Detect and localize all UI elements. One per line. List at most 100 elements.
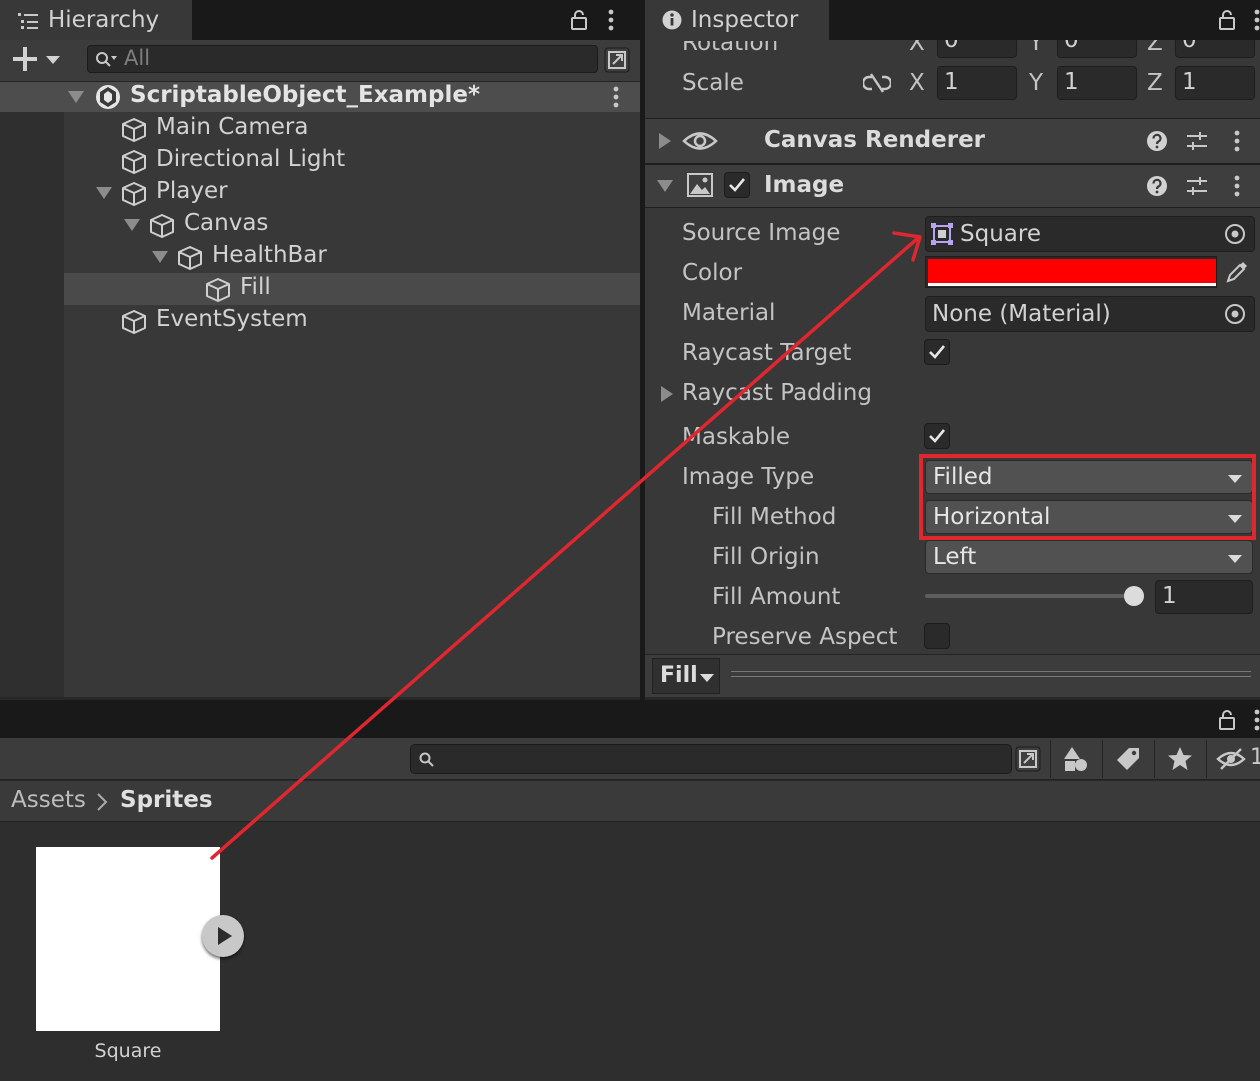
filter-by-label-icon[interactable] — [1115, 746, 1141, 772]
fill-origin-label: Fill Origin — [712, 544, 820, 570]
healthbar-expand-arrow[interactable] — [152, 251, 168, 263]
inspector-tab-title: Inspector — [691, 7, 799, 33]
checkmark-icon — [728, 177, 746, 193]
search-popout-icon[interactable] — [603, 46, 631, 74]
source-image-field[interactable]: Square — [925, 216, 1255, 252]
object-picker-icon[interactable] — [1223, 302, 1247, 326]
filter-by-type-icon[interactable] — [1062, 745, 1090, 773]
link-broken-icon[interactable] — [863, 72, 891, 94]
component-more-icon[interactable] — [1234, 174, 1240, 198]
fill-amount-slider-thumb[interactable] — [1124, 586, 1144, 606]
divider — [731, 671, 1251, 672]
list-item[interactable]: Canvas — [148, 210, 640, 240]
sprite-icon — [931, 223, 953, 245]
canvas-renderer-expand-arrow[interactable] — [659, 133, 671, 149]
scale-z-field[interactable]: 1 — [1175, 66, 1255, 100]
raycast-padding-label: Raycast Padding — [682, 380, 872, 406]
project-more-icon[interactable] — [1254, 708, 1260, 732]
annotation-highlight-box — [919, 454, 1256, 540]
maskable-checkbox[interactable] — [924, 423, 950, 449]
fill-method-label: Fill Method — [712, 504, 837, 530]
hierarchy-item-label: HealthBar — [212, 242, 327, 268]
image-component-icon — [686, 172, 714, 198]
hidden-packages-count: 1 — [1250, 745, 1260, 770]
fill-amount-slider-track[interactable] — [925, 594, 1137, 598]
fill-amount-label: Fill Amount — [712, 584, 841, 610]
project-tab-bar — [0, 700, 1260, 738]
preserve-aspect-checkbox[interactable] — [924, 623, 950, 649]
search-icon — [419, 752, 435, 768]
search-popout-icon[interactable] — [1014, 745, 1042, 773]
player-expand-arrow[interactable] — [96, 187, 112, 199]
favorite-star-icon[interactable] — [1167, 746, 1193, 772]
project-search-input[interactable] — [410, 744, 1012, 774]
fill-origin-value: Left — [933, 544, 977, 570]
unity-scene-icon — [94, 83, 122, 111]
search-filter-icon — [95, 51, 119, 69]
eyedropper-icon[interactable] — [1225, 260, 1249, 284]
sprite-thumbnail[interactable] — [36, 847, 220, 1031]
list-item[interactable]: Player — [120, 178, 640, 208]
color-swatch — [928, 259, 1216, 283]
hierarchy-gutter — [0, 82, 64, 697]
preview-dropdown[interactable]: Fill — [652, 658, 720, 694]
help-icon[interactable] — [1146, 130, 1168, 152]
list-item[interactable]: Fill — [204, 274, 640, 304]
play-icon — [217, 926, 233, 946]
scene-more-icon[interactable] — [613, 85, 619, 109]
list-item[interactable]: Main Camera — [120, 114, 640, 144]
breadcrumb-sprites[interactable]: Sprites — [120, 787, 213, 813]
divider — [1154, 740, 1155, 778]
more-options-icon[interactable] — [608, 8, 614, 32]
hierarchy-item-label: Player — [156, 178, 228, 204]
project-lock-icon[interactable] — [1218, 709, 1236, 731]
sprite-expand-play-button[interactable] — [202, 915, 244, 957]
lock-icon[interactable] — [570, 9, 588, 31]
scale-x-field[interactable]: 1 — [937, 66, 1017, 100]
scene-expand-arrow[interactable] — [68, 91, 84, 103]
gameobject-cube-icon — [176, 244, 204, 272]
hierarchy-item-label: Main Camera — [156, 114, 309, 140]
fill-origin-dropdown[interactable]: Left — [925, 540, 1253, 574]
help-icon[interactable] — [1146, 175, 1168, 197]
divider — [1102, 740, 1103, 778]
gameobject-cube-icon — [120, 308, 148, 336]
hidden-packages-icon[interactable] — [1216, 747, 1246, 771]
color-field[interactable] — [925, 256, 1217, 288]
object-picker-icon[interactable] — [1223, 222, 1247, 246]
divider — [1050, 740, 1051, 778]
raycast-padding-expand-arrow[interactable] — [661, 386, 673, 402]
image-expand-arrow[interactable] — [657, 180, 673, 192]
material-field[interactable]: None (Material) — [925, 296, 1255, 332]
image-enabled-checkbox[interactable] — [724, 172, 750, 198]
raycast-target-label: Raycast Target — [682, 340, 852, 366]
list-item[interactable]: Directional Light — [120, 146, 640, 176]
gameobject-cube-icon — [120, 180, 148, 208]
material-label: Material — [682, 300, 776, 326]
eye-icon — [682, 128, 718, 154]
preset-sliders-icon[interactable] — [1186, 175, 1208, 197]
source-image-label: Source Image — [682, 220, 841, 246]
component-more-icon[interactable] — [1234, 129, 1240, 153]
raycast-target-checkbox[interactable] — [924, 339, 950, 365]
create-plus-icon[interactable] — [12, 46, 64, 72]
preview-label: Fill — [660, 663, 698, 688]
inspector-lock-icon[interactable] — [1218, 9, 1236, 31]
preset-sliders-icon[interactable] — [1186, 130, 1208, 152]
list-item[interactable]: EventSystem — [120, 306, 640, 336]
breadcrumb-assets[interactable]: Assets — [11, 787, 86, 813]
inspector-more-icon[interactable] — [1254, 8, 1260, 32]
hierarchy-search-input[interactable] — [87, 45, 598, 73]
canvas-renderer-title: Canvas Renderer — [764, 127, 986, 153]
info-icon — [662, 10, 682, 30]
scale-label: Scale — [682, 70, 744, 96]
chevron-down-icon — [700, 674, 714, 682]
canvas-expand-arrow[interactable] — [124, 219, 140, 231]
divider — [731, 676, 1251, 677]
preserve-aspect-label: Preserve Aspect — [712, 624, 898, 650]
hierarchy-item-label: Fill — [240, 274, 271, 300]
list-item[interactable]: HealthBar — [176, 242, 640, 272]
scale-y-field[interactable]: 1 — [1057, 66, 1137, 100]
maskable-label: Maskable — [682, 424, 791, 450]
fill-amount-field[interactable]: 1 — [1155, 580, 1253, 614]
